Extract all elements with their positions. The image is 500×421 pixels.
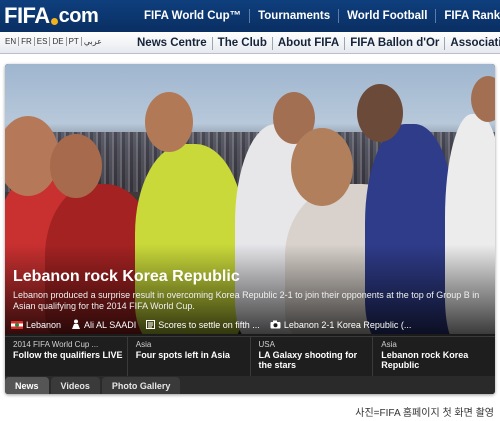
camera-icon <box>270 320 281 331</box>
lang-ar[interactable]: عربي <box>82 37 104 46</box>
story-category: 2014 FIFA World Cup ... <box>13 340 99 349</box>
nav-world-cup[interactable]: FIFA World Cup™ <box>136 10 249 22</box>
related-link-label: Lebanon <box>26 320 62 330</box>
player-head <box>145 92 193 152</box>
story-item[interactable]: 2014 FIFA World Cup ... Follow the quali… <box>5 337 128 376</box>
lang-en[interactable]: EN <box>3 37 18 46</box>
lang-pt[interactable]: PT <box>67 37 81 46</box>
image-caption: 사진=FIFA 홈페이지 첫 화면 촬영 <box>355 408 494 419</box>
story-strip: 2014 FIFA World Cup ... Follow the quali… <box>5 336 495 376</box>
lang-es[interactable]: ES <box>35 37 50 46</box>
sub-header: EN FR ES DE PT عربي News Centre The Club… <box>0 32 500 54</box>
related-link-label: Ali AL SAADI <box>84 320 137 330</box>
feature-headline[interactable]: Lebanon rock Korea Republic <box>13 268 240 286</box>
subnav-associations[interactable]: Associations <box>445 37 500 49</box>
subnav-the-club[interactable]: The Club <box>213 37 272 49</box>
logo-suffix: com <box>58 4 99 27</box>
player-head <box>291 128 353 206</box>
story-title: LA Galaxy shooting for the stars <box>258 350 358 370</box>
subnav-ballon-dor[interactable]: FIFA Ballon d'Or <box>345 37 444 49</box>
player-head <box>357 84 403 142</box>
subnav-news-centre[interactable]: News Centre <box>132 37 212 49</box>
player-head <box>50 134 102 198</box>
tab-videos[interactable]: Videos <box>50 377 100 394</box>
player-icon <box>71 319 81 331</box>
story-title: Lebanon rock Korea Republic <box>381 350 469 370</box>
section-nav: News Centre The Club About FIFA FIFA Bal… <box>132 32 500 54</box>
related-link-player[interactable]: Ali AL SAADI <box>71 319 136 331</box>
main-nav: FIFA World Cup™ Tournaments World Footba… <box>136 0 500 32</box>
article-icon <box>146 319 156 331</box>
related-link-label: Scores to settle on fifth ... <box>158 320 260 330</box>
story-item[interactable]: USA LA Galaxy shooting for the stars <box>251 337 374 376</box>
logo-text: FIFA <box>4 3 50 28</box>
related-link-article[interactable]: Scores to settle on fifth ... <box>146 319 260 331</box>
nav-tournaments[interactable]: Tournaments <box>250 10 338 22</box>
tab-photo-gallery[interactable]: Photo Gallery <box>101 377 181 394</box>
story-category: Asia <box>381 340 397 349</box>
content-tabs: News Videos Photo Gallery <box>5 376 495 394</box>
lebanon-flag-icon <box>11 321 23 329</box>
story-item[interactable]: Asia Lebanon rock Korea Republic <box>373 337 495 376</box>
story-item[interactable]: Asia Four spots left in Asia <box>128 337 251 376</box>
nav-world-football[interactable]: World Football <box>339 10 435 22</box>
related-link-team[interactable]: Lebanon <box>11 320 61 330</box>
tab-news[interactable]: News <box>5 377 49 394</box>
lang-de[interactable]: DE <box>50 37 65 46</box>
related-link-gallery[interactable]: Lebanon 2-1 Korea Republic (... <box>270 320 412 331</box>
story-title: Four spots left in Asia <box>135 350 230 360</box>
story-category: Asia <box>135 340 152 349</box>
story-title: Follow the qualifiers LIVE <box>13 350 123 360</box>
feature-card: Lebanon rock Korea Republic Lebanon prod… <box>5 64 495 394</box>
nav-fifa-ranking[interactable]: FIFA Ranking <box>436 10 500 22</box>
feature-photo[interactable]: Lebanon rock Korea Republic Lebanon prod… <box>5 64 495 334</box>
language-switcher: EN FR ES DE PT عربي <box>3 37 104 46</box>
top-header: FIFA com FIFA World Cup™ Tournaments Worl… <box>0 0 500 32</box>
related-links: Lebanon Ali AL SAADI Scores to settle on… <box>11 318 491 332</box>
feature-summary: Lebanon produced a surprise result in ov… <box>13 290 480 311</box>
subnav-about-fifa[interactable]: About FIFA <box>273 37 344 49</box>
story-category: USA <box>258 340 275 349</box>
lang-fr[interactable]: FR <box>19 37 34 46</box>
related-link-label: Lebanon 2-1 Korea Republic (... <box>283 320 412 330</box>
fifa-logo[interactable]: FIFA com <box>4 2 99 30</box>
logo-dot-icon <box>50 17 58 25</box>
